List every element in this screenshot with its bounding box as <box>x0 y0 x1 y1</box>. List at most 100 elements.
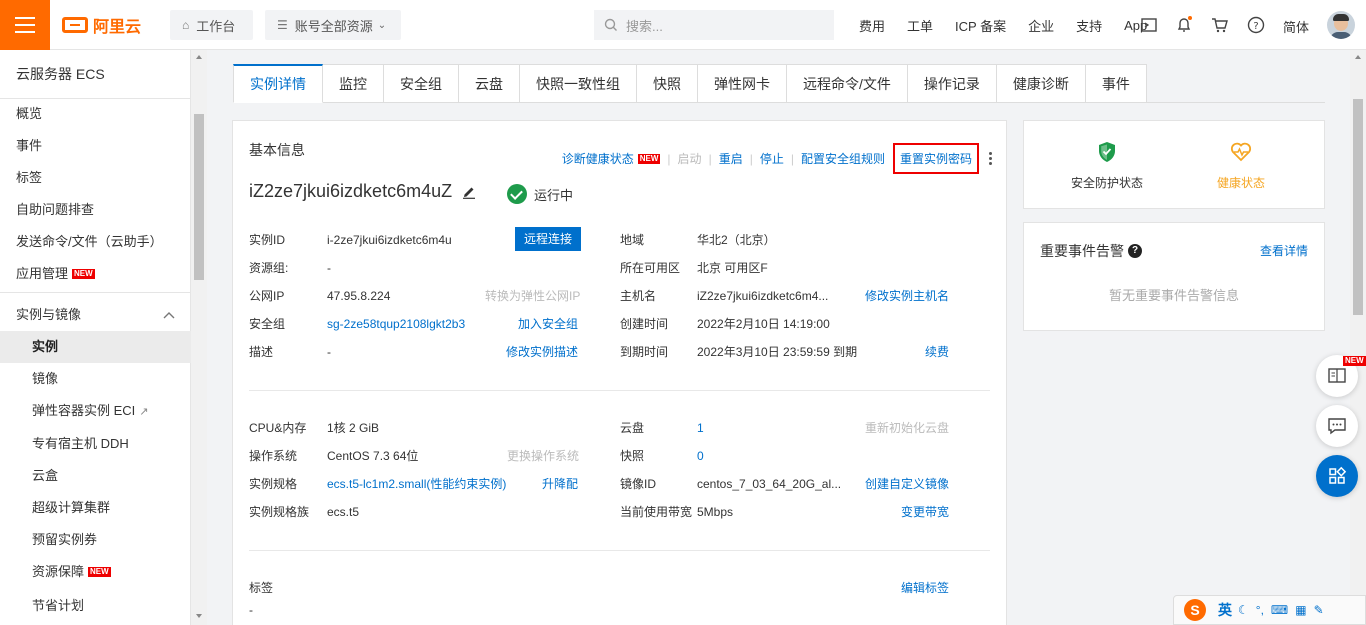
search-input[interactable]: 搜索... <box>594 10 834 40</box>
sidebar-scrollbar[interactable] <box>191 50 207 625</box>
diagnose-health-link[interactable]: 诊断健康状态 <box>562 150 634 167</box>
value-instance-id: i-2ze7jkui6izdketc6m4u <box>327 233 452 247</box>
tab-snapshot-consistency[interactable]: 快照一致性组 <box>520 64 637 103</box>
workbench-button[interactable]: ⌂ 工作台 <box>170 10 253 40</box>
sidebar-item-images[interactable]: 镜像 <box>0 363 191 395</box>
moon-icon[interactable]: ☾ <box>1238 603 1249 617</box>
nav-link-support[interactable]: 支持 <box>1076 16 1102 35</box>
tab-events[interactable]: 事件 <box>1085 64 1147 103</box>
sogou-ime-logo[interactable]: S <box>1184 599 1206 621</box>
label-expire-time: 到期时间 <box>620 345 669 359</box>
configure-sg-rules-link[interactable]: 配置安全组规则 <box>801 150 885 167</box>
tab-operation-logs[interactable]: 操作记录 <box>907 64 997 103</box>
sidebar-item-resource-assurance[interactable]: 资源保障 NEW <box>0 556 191 588</box>
sidebar-item-cloud-assistant[interactable]: 发送命令/文件（云助手） <box>0 226 191 258</box>
punctuation-icon[interactable]: °, <box>1256 603 1264 617</box>
renew-link[interactable]: 续费 <box>925 344 949 360</box>
language-switch[interactable]: 简体 <box>1283 17 1309 36</box>
instance-type-link[interactable]: ecs.t5-lc1m2.small(性能约束实例) <box>327 476 506 492</box>
tab-monitoring[interactable]: 监控 <box>323 64 384 103</box>
tab-remote-commands[interactable]: 远程命令/文件 <box>787 64 908 103</box>
disks-count-link[interactable]: 1 <box>697 420 704 436</box>
edit-pencil-icon[interactable] <box>462 185 476 199</box>
keyboard-icon[interactable]: ⌨ <box>1271 603 1288 617</box>
apps-grid-button[interactable] <box>1316 455 1358 497</box>
nav-link-enterprise[interactable]: 企业 <box>1028 16 1054 35</box>
section-title: 基本信息 <box>249 142 305 158</box>
tab-snapshots[interactable]: 快照 <box>637 64 698 103</box>
events-title: 重要事件告警 ? <box>1040 241 1142 261</box>
view-details-link[interactable]: 查看详情 <box>1260 242 1308 259</box>
value-tags: - <box>249 603 253 617</box>
hamburger-menu-button[interactable] <box>0 0 50 50</box>
chevron-up-icon <box>163 312 175 319</box>
ime-toolbar[interactable]: S 英 ☾ °, ⌨ ▦ ✎ <box>1173 595 1366 625</box>
nav-link-billing[interactable]: 费用 <box>859 16 885 35</box>
snapshots-count-link[interactable]: 0 <box>697 448 704 464</box>
restart-link[interactable]: 重启 <box>719 150 743 167</box>
scroll-up-arrow-icon[interactable] <box>1355 55 1361 59</box>
edit-tags-link[interactable]: 编辑标签 <box>901 580 949 596</box>
edit-hostname-link[interactable]: 修改实例主机名 <box>865 288 949 304</box>
aliyun-logo[interactable]: 阿里云 <box>62 14 141 36</box>
upgrade-downgrade-link[interactable]: 升降配 <box>542 476 578 492</box>
help-icon[interactable]: ? <box>1128 244 1142 258</box>
nav-link-icp[interactable]: ICP 备案 <box>955 16 1006 35</box>
wrench-icon[interactable]: ✎ <box>1314 603 1324 617</box>
sidebar-item-tags[interactable]: 标签 <box>0 162 191 194</box>
resource-scope-dropdown[interactable]: ☰ 账号全部资源 ⌄ <box>265 10 401 40</box>
create-custom-image-link[interactable]: 创建自定义镜像 <box>865 476 949 492</box>
tab-disks[interactable]: 云盘 <box>459 64 520 103</box>
sidebar-item-app-management[interactable]: 应用管理 NEW <box>0 258 191 290</box>
sidebar-item-eci[interactable]: 弹性容器实例 ECI ↗ <box>0 395 191 427</box>
label-resource-group: 资源组: <box>249 261 289 275</box>
value-instance-family: ecs.t5 <box>327 505 360 519</box>
sidebar-item-events[interactable]: 事件 <box>0 130 191 162</box>
important-events-card: 重要事件告警 ? 查看详情 暂无重要事件告警信息 <box>1023 222 1325 331</box>
sidebar-item-self-troubleshoot[interactable]: 自助问题排查 <box>0 194 191 226</box>
sidebar-scroll-thumb[interactable] <box>194 114 204 280</box>
sidebar-title: 云服务器 ECS <box>0 50 190 99</box>
convert-eip-link[interactable]: 转换为弹性公网IP <box>485 288 580 304</box>
scroll-up-arrow-icon[interactable] <box>196 55 202 59</box>
sidebar-item-super-computing[interactable]: 超级计算集群 <box>0 492 191 524</box>
feedback-button[interactable] <box>1316 405 1358 447</box>
page-scroll-thumb[interactable] <box>1353 99 1363 315</box>
cart-icon[interactable] <box>1211 16 1229 34</box>
change-bandwidth-link[interactable]: 变更带宽 <box>901 504 949 520</box>
help-icon[interactable]: ? <box>1247 16 1265 34</box>
reset-password-link[interactable]: 重置实例密码 <box>892 143 979 174</box>
more-actions-icon[interactable] <box>989 152 992 165</box>
page-scrollbar[interactable] <box>1350 50 1366 625</box>
sidebar-item-overview[interactable]: 概览 <box>0 98 191 130</box>
sidebar-item-cloud-box[interactable]: 云盒 <box>0 460 191 492</box>
start-link[interactable]: 启动 <box>678 150 702 167</box>
value-zone: 北京 可用区F <box>697 261 768 275</box>
sidebar-item-instances[interactable]: 实例 <box>0 331 191 363</box>
scroll-down-arrow-icon[interactable] <box>196 614 202 618</box>
tab-eni[interactable]: 弹性网卡 <box>698 64 787 103</box>
edit-description-link[interactable]: 修改实例描述 <box>506 344 578 360</box>
change-os-link[interactable]: 更换操作系统 <box>507 448 579 464</box>
ime-language-toggle[interactable]: 英 <box>1218 600 1232 620</box>
user-avatar[interactable] <box>1327 11 1355 39</box>
nav-link-tickets[interactable]: 工单 <box>907 16 933 35</box>
tab-security-groups[interactable]: 安全组 <box>384 64 459 103</box>
tab-instance-details[interactable]: 实例详情 <box>233 64 323 103</box>
sidebar-group-instances-images[interactable]: 实例与镜像 <box>0 299 191 331</box>
sidebar-item-reserved-instances[interactable]: 预留实例券 <box>0 524 191 556</box>
tab-health-diagnosis[interactable]: 健康诊断 <box>996 64 1086 103</box>
value-resource-group: - <box>327 261 331 275</box>
sidebar-item-savings-plan[interactable]: 节省计划 <box>0 590 191 622</box>
bell-icon[interactable] <box>1175 16 1193 34</box>
remote-connect-button[interactable]: 远程连接 <box>515 227 581 251</box>
svg-text:?: ? <box>1253 21 1258 32</box>
reinit-disk-link[interactable]: 重新初始化云盘 <box>865 420 949 436</box>
sidebar-item-ddh[interactable]: 专有宿主机 DDH <box>0 428 191 460</box>
join-security-group-link[interactable]: 加入安全组 <box>518 316 578 332</box>
terminal-icon[interactable] <box>1140 16 1158 34</box>
label-bandwidth: 当前使用带宽 <box>620 505 693 519</box>
security-group-link[interactable]: sg-2ze58tqup2108lgkt2b3 <box>327 316 465 332</box>
stop-link[interactable]: 停止 <box>760 150 784 167</box>
skin-icon[interactable]: ▦ <box>1295 603 1306 617</box>
